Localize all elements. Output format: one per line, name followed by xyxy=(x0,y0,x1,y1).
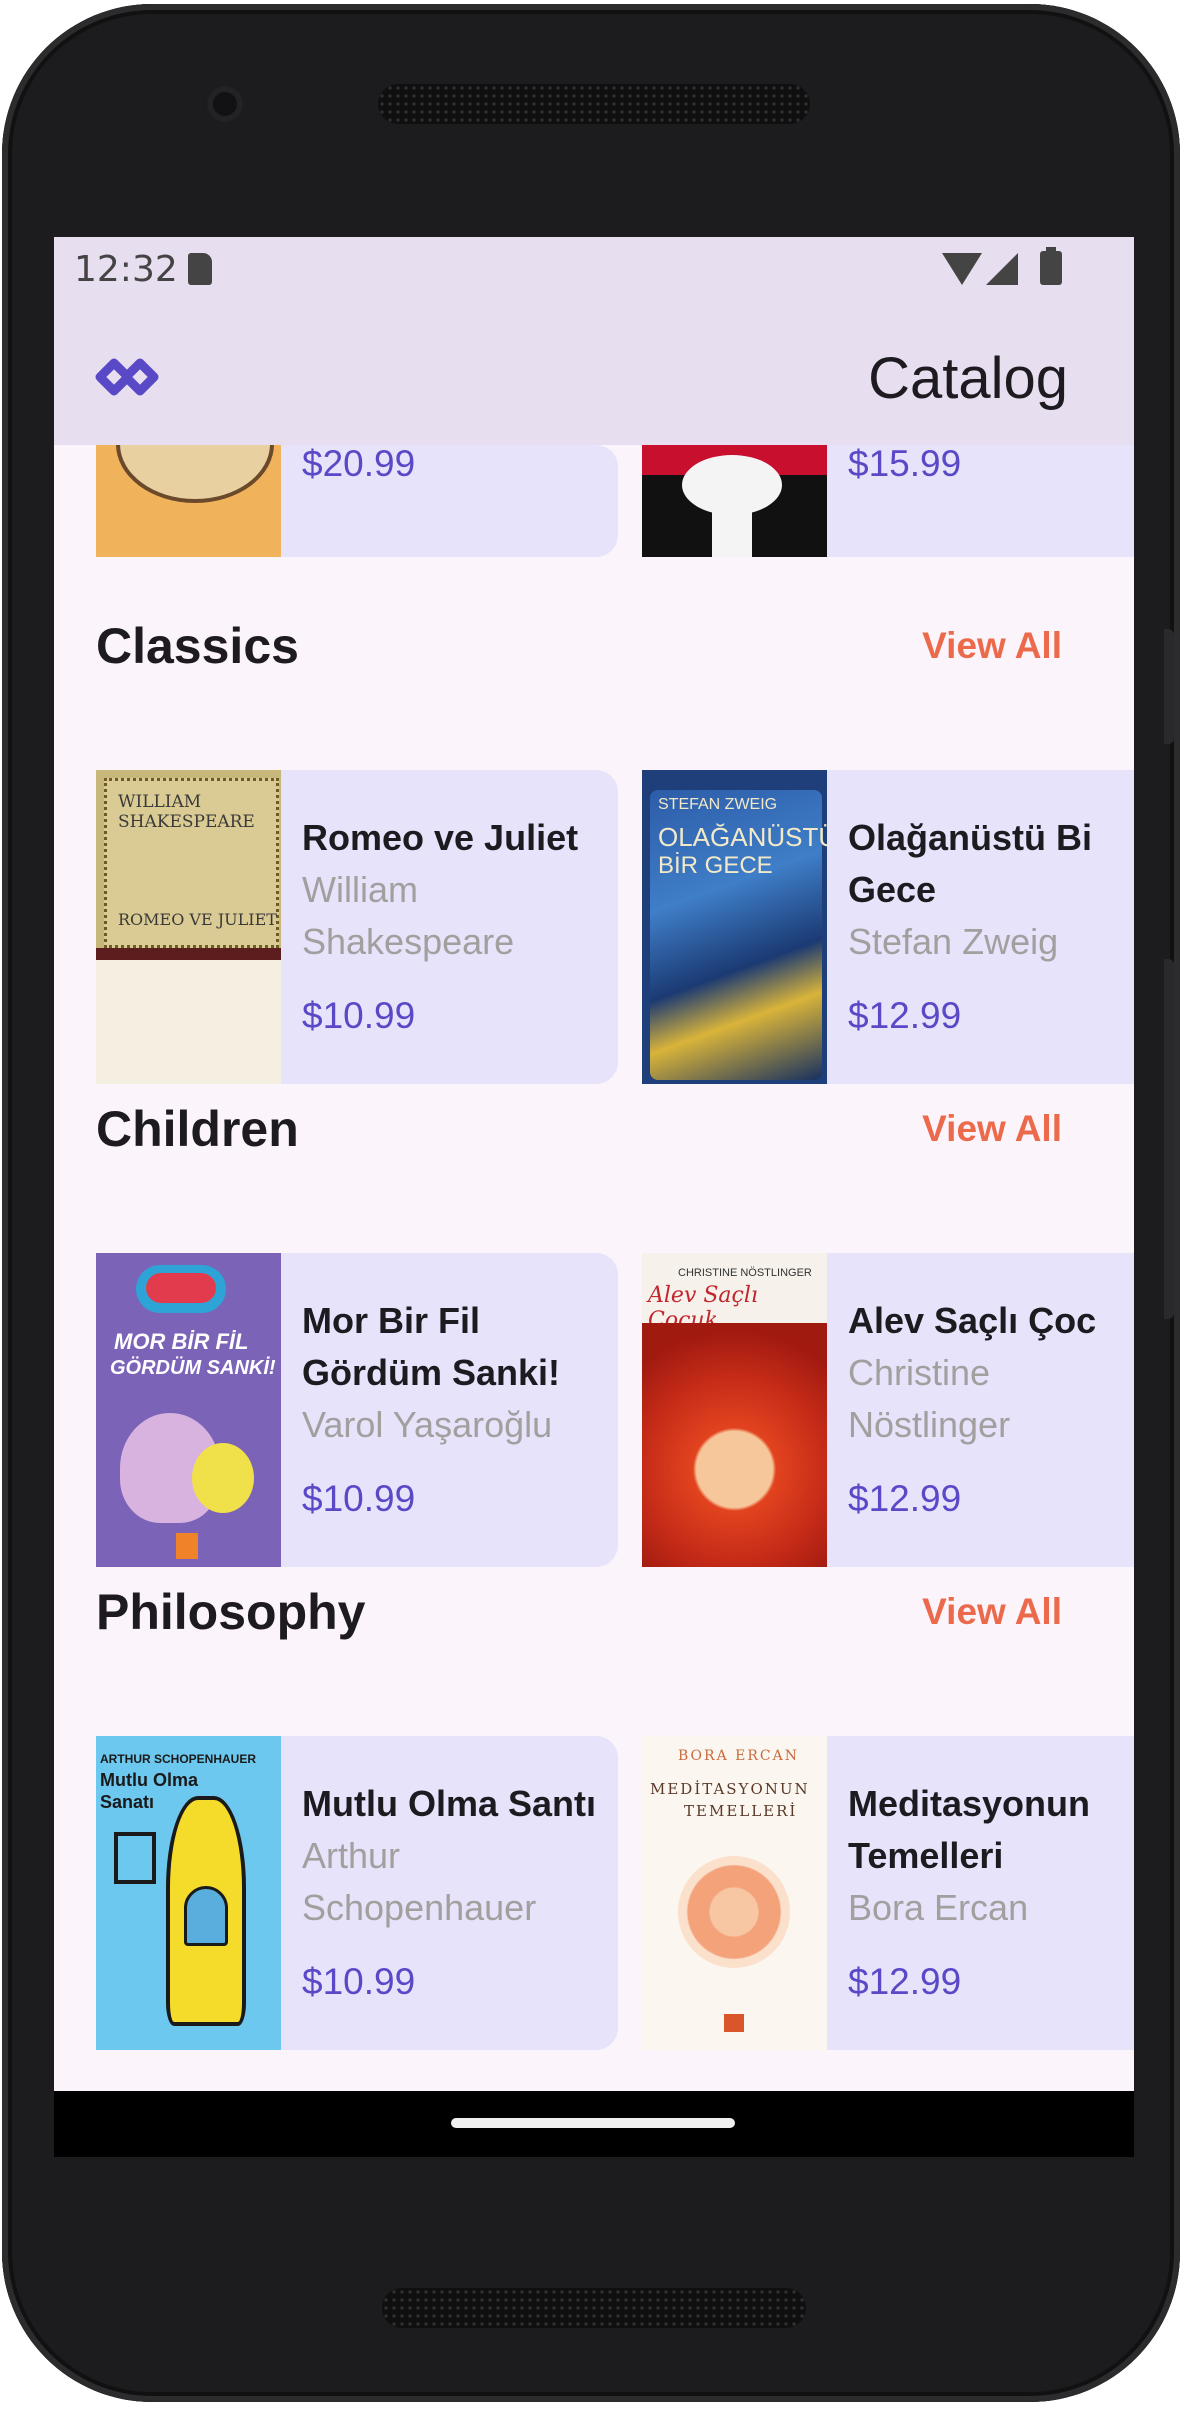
book-author: Stefan Zweig xyxy=(848,921,1059,962)
battery-icon xyxy=(1040,247,1062,285)
system-nav-bar xyxy=(54,2091,1134,2157)
book-info: Romeo ve Juliet William Shakespeare $10.… xyxy=(302,812,618,1042)
cover-author: BORA ERCAN xyxy=(678,1748,799,1764)
book-price: $10.99 xyxy=(302,1961,416,2002)
book-title: Meditasyonun Temelleri xyxy=(848,1783,1091,1876)
book-price: $10.99 xyxy=(302,1478,416,1519)
book-author: Bora Ercan xyxy=(848,1887,1029,1928)
book-author: Arthur Schopenhauer xyxy=(302,1835,537,1928)
book-cover: ARTHUR SCHOPENHAUER Mutlu Olma Sanatı xyxy=(96,1736,281,2050)
screen: 12:32 Catalog $20.99 $15.99 Classics Vie… xyxy=(54,237,1134,2157)
book-info: Meditasyonun Temelleri Bora Ercan $12.99 xyxy=(848,1778,1134,2008)
book-author: Christine Nöstlinger xyxy=(848,1352,1011,1445)
book-cover: BORA ERCAN MEDİTASYONUN TEMELLERİ xyxy=(642,1736,827,2050)
cover-title: Mutlu Olma xyxy=(100,1770,198,1790)
cover-author: SHAKESPEARE xyxy=(118,812,255,832)
cover-author: STEFAN ZWEIG xyxy=(658,796,778,813)
page-title: Catalog xyxy=(868,346,1068,411)
status-bar: 12:32 xyxy=(54,237,1134,311)
section-title: Philosophy xyxy=(96,1584,366,1640)
book-card[interactable]: CHRISTINE NÖSTLINGER Alev Saçlı Çocuk Al… xyxy=(642,1253,1134,1567)
cover-title: Sanatı xyxy=(100,1792,155,1812)
book-info: Mutlu Olma Santı Arthur Schopenhauer $10… xyxy=(302,1778,618,2008)
book-info: Olağanüstü Bi Gece Stefan Zweig $12.99 xyxy=(848,812,1134,1042)
book-card[interactable]: STEFAN ZWEIG OLAĞANÜSTÜ BİR GECE Olağanü… xyxy=(642,770,1134,1084)
book-author: William Shakespeare xyxy=(302,869,515,962)
book-title: Olağanüstü Bi Gece xyxy=(848,817,1093,910)
book-card[interactable]: BORA ERCAN MEDİTASYONUN TEMELLERİ Medita… xyxy=(642,1736,1134,2050)
view-all-button[interactable]: View All xyxy=(922,1591,1062,1633)
book-author: Varol Yaşaroğlu xyxy=(302,1404,553,1445)
signal-icon xyxy=(986,253,1018,285)
book-price: $20.99 xyxy=(302,445,416,484)
home-indicator[interactable] xyxy=(451,2118,735,2128)
status-time: 12:32 xyxy=(74,249,178,290)
front-camera xyxy=(207,86,243,122)
cover-title: MOR BİR FİL xyxy=(114,1329,249,1354)
book-card[interactable]: $15.99 xyxy=(642,445,1134,557)
app-bar: Catalog xyxy=(54,311,1134,445)
book-cover: CHRISTINE NÖSTLINGER Alev Saçlı Çocuk xyxy=(642,1253,827,1567)
cover-title: GÖRDÜM SANKİ! xyxy=(110,1357,276,1379)
book-cover: STEFAN ZWEIG OLAĞANÜSTÜ BİR GECE xyxy=(642,770,827,1084)
cover-author: ARTHUR SCHOPENHAUER xyxy=(100,1752,257,1766)
book-cover: MOR BİR FİL GÖRDÜM SANKİ! xyxy=(96,1253,281,1567)
book-cover: WILLIAM SHAKESPEARE ROMEO VE JULIET xyxy=(96,770,281,1084)
section-title: Children xyxy=(96,1101,299,1157)
view-all-button[interactable]: View All xyxy=(922,625,1062,667)
book-price: $12.99 xyxy=(848,1961,962,2002)
cover-title: OLAĞANÜSTÜ xyxy=(658,822,827,852)
book-title: Alev Saçlı Çoc xyxy=(848,1300,1097,1341)
cover-title: MEDİTASYONUN xyxy=(650,1780,810,1798)
sd-card-icon xyxy=(188,253,212,285)
book-card[interactable]: WILLIAM SHAKESPEARE ROMEO VE JULIET Rome… xyxy=(96,770,618,1084)
book-price: $15.99 xyxy=(848,445,962,484)
cover-title: BİR GECE xyxy=(658,852,773,879)
book-cover xyxy=(96,445,281,557)
device-frame: 12:32 Catalog $20.99 $15.99 Classics Vie… xyxy=(2,4,1180,2402)
book-price: $12.99 xyxy=(848,995,962,1036)
wifi-icon xyxy=(942,253,982,285)
book-card[interactable]: $20.99 xyxy=(96,445,618,557)
power-button xyxy=(1164,629,1174,744)
book-card[interactable]: MOR BİR FİL GÖRDÜM SANKİ! Mor Bir Fil Gö… xyxy=(96,1253,618,1567)
bottom-speaker xyxy=(382,2288,806,2328)
book-title: Mutlu Olma Santı xyxy=(302,1783,597,1824)
cover-author: CHRISTINE NÖSTLINGER xyxy=(678,1267,812,1279)
book-cover xyxy=(642,445,827,557)
view-all-button[interactable]: View All xyxy=(922,1108,1062,1150)
logo-icon[interactable] xyxy=(94,347,160,407)
volume-button xyxy=(1164,959,1174,1319)
section-title: Classics xyxy=(96,618,299,674)
book-card[interactable]: ARTHUR SCHOPENHAUER Mutlu Olma Sanatı Mu… xyxy=(96,1736,618,2050)
top-speaker xyxy=(378,84,810,124)
book-info: Alev Saçlı Çoc Christine Nöstlinger $12.… xyxy=(848,1295,1134,1525)
book-price: $10.99 xyxy=(302,995,416,1036)
cover-title: ROMEO VE JULIET xyxy=(118,910,277,929)
book-price: $12.99 xyxy=(848,1478,962,1519)
cover-author: WILLIAM xyxy=(118,792,202,812)
book-title: Mor Bir Fil Gördüm Sanki! xyxy=(302,1300,561,1393)
book-title: Romeo ve Juliet xyxy=(302,817,579,858)
book-info: Mor Bir Fil Gördüm Sanki! Varol Yaşaroğl… xyxy=(302,1295,618,1525)
cover-title: TEMELLERİ xyxy=(684,1802,798,1820)
catalog-list[interactable]: $20.99 $15.99 Classics View All WILLIAM … xyxy=(54,445,1134,2091)
